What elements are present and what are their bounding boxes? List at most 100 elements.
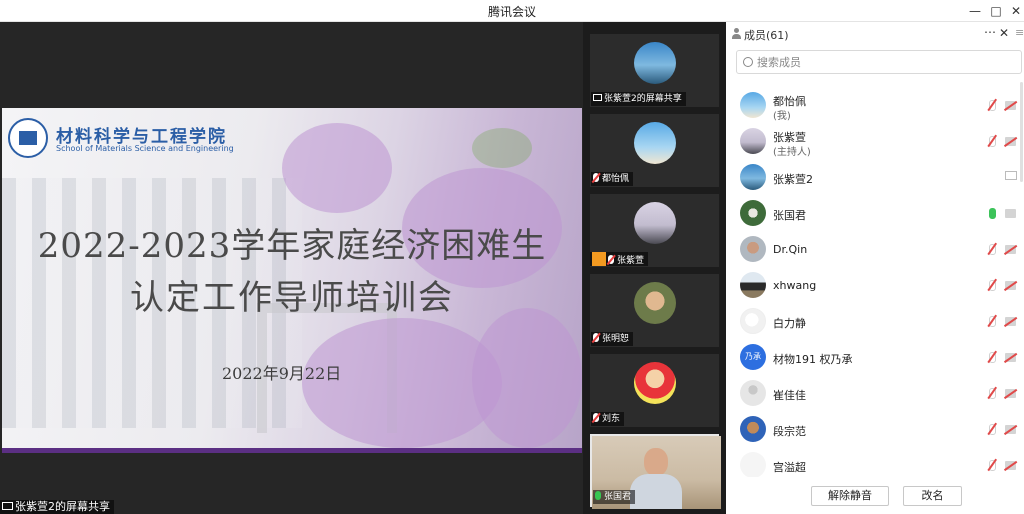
avatar xyxy=(740,236,766,262)
more-icon[interactable]: ⋯ xyxy=(984,25,996,39)
title-bar: 腾讯会议 — □ ✕ xyxy=(0,0,1024,22)
mic-muted-icon[interactable] xyxy=(989,460,996,471)
tile-name: 都怡佩 xyxy=(591,172,634,186)
member-role: (主持人) xyxy=(773,147,811,158)
avatar xyxy=(740,416,766,442)
member-name: 白力静 xyxy=(773,317,806,330)
member-row[interactable]: 白力静 xyxy=(726,303,1024,339)
video-tile[interactable]: 张紫萱 xyxy=(590,194,719,267)
camera-off-icon[interactable] xyxy=(1005,317,1016,326)
avatar xyxy=(740,452,766,477)
tile-name: 张国君 xyxy=(593,490,636,504)
member-row[interactable]: 乃承 材物191 权乃承 xyxy=(726,339,1024,375)
person-icon xyxy=(731,28,741,39)
members-panel: 成员(61) ⋯ ✕ ≡ 都怡佩 (我) 张紫萱 (主持人) 张紫萱2 张国君 … xyxy=(726,22,1024,514)
presentation-slide: 材料科学与工程学院 School of Materials Science an… xyxy=(2,108,582,453)
menu-icon[interactable]: ≡ xyxy=(1015,26,1024,39)
maximize-icon[interactable]: □ xyxy=(987,2,1005,20)
member-row[interactable]: 张紫萱 (主持人) xyxy=(726,123,1024,159)
slide-title-line2: 认定工作导师培训会 xyxy=(130,278,454,318)
mic-muted-icon[interactable] xyxy=(989,100,996,111)
member-name: 张紫萱2 xyxy=(773,173,813,186)
camera-off-icon[interactable] xyxy=(1005,461,1016,470)
avatar xyxy=(740,164,766,190)
mic-muted-icon[interactable] xyxy=(989,388,996,399)
video-tile[interactable]: 刘东 xyxy=(590,354,719,427)
mic-on-icon[interactable] xyxy=(989,208,996,219)
avatar xyxy=(740,272,766,298)
school-logo xyxy=(8,118,48,158)
member-name: 张国君 xyxy=(773,209,806,222)
search-input[interactable] xyxy=(757,54,1007,70)
avatar xyxy=(634,282,676,324)
unmute-all-button[interactable]: 解除静音 xyxy=(811,486,889,506)
person-body xyxy=(630,474,682,509)
scrollbar[interactable] xyxy=(1020,82,1023,182)
camera-off-icon[interactable] xyxy=(1005,353,1016,362)
member-name: 崔佳佳 xyxy=(773,389,806,402)
avatar xyxy=(634,202,676,244)
person-head xyxy=(644,448,668,476)
flower-decoration xyxy=(472,308,582,448)
camera-off-icon[interactable] xyxy=(1005,281,1016,290)
avatar xyxy=(634,122,676,164)
member-search-box[interactable] xyxy=(736,50,1022,74)
camera-off-icon[interactable] xyxy=(1005,137,1016,146)
minimize-icon[interactable]: — xyxy=(966,2,984,20)
mic-muted-icon[interactable] xyxy=(989,424,996,435)
tile-name: 张紫萱2的屏幕共享 xyxy=(591,92,686,106)
mic-muted-icon[interactable] xyxy=(989,244,996,255)
leaf-decoration xyxy=(472,128,532,168)
video-strip: 张紫萱2的屏幕共享 都怡佩 张紫萱 张明恕 刘东 张国君 xyxy=(583,22,726,514)
search-icon xyxy=(743,57,753,67)
host-icon xyxy=(592,252,606,266)
video-tile[interactable]: 张明恕 xyxy=(590,274,719,347)
camera-off-icon[interactable] xyxy=(1005,245,1016,254)
member-row[interactable]: 崔佳佳 xyxy=(726,375,1024,411)
monitor-icon xyxy=(593,94,602,101)
video-tile[interactable]: 都怡佩 xyxy=(590,114,719,187)
member-row[interactable]: 张紫萱2 xyxy=(726,159,1024,195)
camera-off-icon[interactable] xyxy=(1005,101,1016,110)
mic-muted-icon[interactable] xyxy=(989,136,996,147)
avatar: 乃承 xyxy=(740,344,766,370)
avatar xyxy=(634,42,676,84)
tile-name: 刘东 xyxy=(591,412,625,426)
screen-share-icon xyxy=(1005,171,1017,180)
close-panel-icon[interactable]: ✕ xyxy=(999,26,1009,40)
camera-icon[interactable] xyxy=(1005,209,1016,218)
camera-off-icon[interactable] xyxy=(1005,389,1016,398)
slide-date: 2022年9月22日 xyxy=(222,364,342,383)
close-icon[interactable]: ✕ xyxy=(1007,2,1024,20)
member-row[interactable]: 宫溢超 xyxy=(726,447,1024,477)
camera-off-icon[interactable] xyxy=(1005,425,1016,434)
member-name: 材物191 权乃承 xyxy=(773,353,853,366)
member-row[interactable]: 都怡佩 (我) xyxy=(726,87,1024,123)
mic-muted-icon[interactable] xyxy=(989,316,996,327)
mic-muted-icon[interactable] xyxy=(989,280,996,291)
monitor-icon xyxy=(2,502,13,510)
member-name: 宫溢超 xyxy=(773,461,806,474)
mic-muted-icon xyxy=(593,333,599,342)
tile-name: 张明恕 xyxy=(591,332,634,346)
mic-muted-icon[interactable] xyxy=(989,352,996,363)
member-name: Dr.Qin xyxy=(773,243,808,256)
mic-muted-icon xyxy=(593,413,599,422)
panel-header: 成员(61) ⋯ ✕ ≡ xyxy=(726,22,1024,46)
member-row[interactable]: xhwang xyxy=(726,267,1024,303)
member-row[interactable]: 段宗范 xyxy=(726,411,1024,447)
avatar xyxy=(740,308,766,334)
video-tile-active[interactable]: 张国君 xyxy=(590,434,721,509)
member-role: (我) xyxy=(773,111,791,122)
member-name: 段宗范 xyxy=(773,425,806,438)
slide-title-line1: 2022-2023学年家庭经济困难生 xyxy=(37,226,547,266)
window-title: 腾讯会议 xyxy=(487,5,536,19)
rename-button[interactable]: 改名 xyxy=(903,486,962,506)
flower-decoration xyxy=(282,123,392,213)
mic-muted-icon xyxy=(593,173,599,182)
panel-footer: 解除静音 改名 xyxy=(726,480,1024,514)
member-row[interactable]: 张国君 xyxy=(726,195,1024,231)
member-row[interactable]: Dr.Qin xyxy=(726,231,1024,267)
video-tile[interactable]: 张紫萱2的屏幕共享 xyxy=(590,34,719,107)
mic-muted-icon xyxy=(608,255,614,264)
